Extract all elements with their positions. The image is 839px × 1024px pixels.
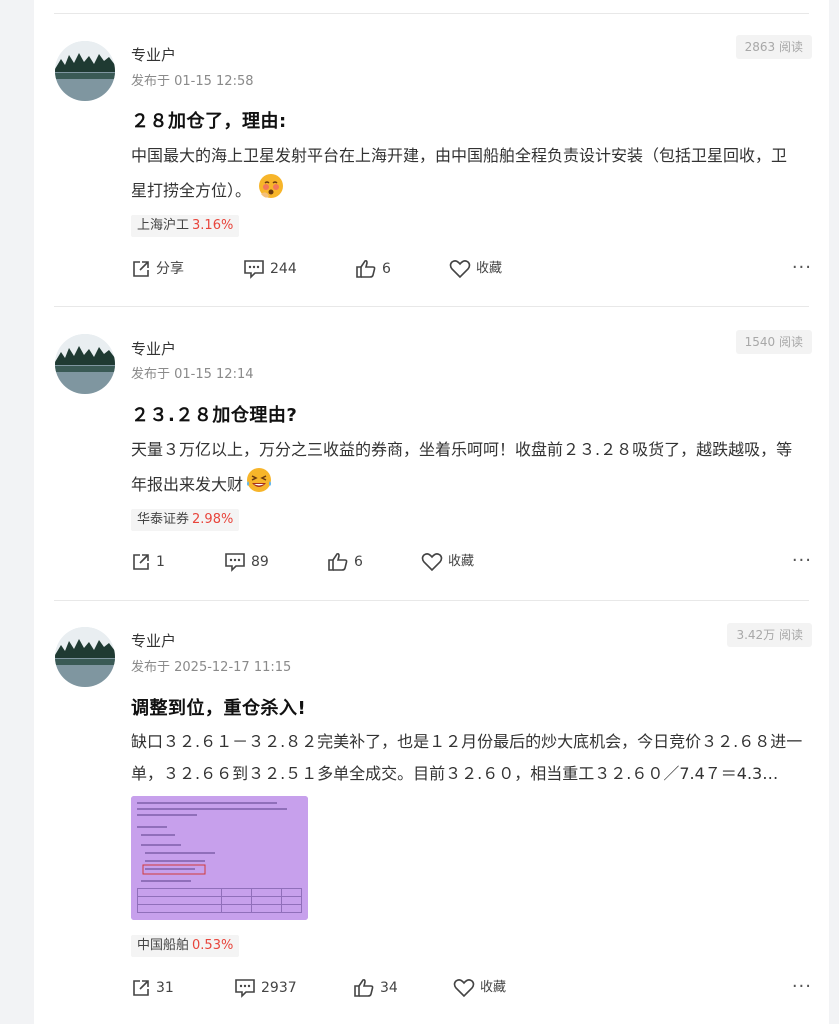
like-count: 6 [382,261,391,277]
more-options-icon[interactable]: ··· [792,257,812,279]
avatar[interactable] [55,334,115,394]
share-button[interactable]: 分享 [131,257,184,281]
thumbs-up-icon [327,552,349,572]
stock-tag[interactable]: 上海沪工 3.16% [131,215,240,237]
read-count-badge: 3.42万 阅读 [727,623,812,647]
laughing-face-icon [245,466,273,505]
body-line: 缺口３２.６１－３２.８２完美补了，也是１２月份最后的炒大底机会，今日竞价３２.… [131,732,803,751]
body-line-text: 星打捞全方位）。 [131,181,252,200]
feed-page: 专业户 发布于 01-15 12:58 2863 阅读 ２８加仓了，理由: 中国… [34,0,829,1024]
thumbs-up-icon [353,978,375,998]
stock-tag[interactable]: 华泰证券 2.98% [131,509,240,531]
like-button[interactable]: 6 [355,257,391,281]
share-icon [131,259,151,279]
post-time: 发布于 01-15 12:14 [131,367,254,382]
comment-button[interactable]: 89 [224,550,269,574]
comment-count: 2937 [261,980,297,996]
post-title[interactable]: ２８加仓了，理由: [131,107,287,133]
body-line: 星打捞全方位）。 [131,172,814,211]
comment-count: 89 [251,554,269,570]
favorite-button[interactable]: 收藏 [421,550,474,574]
author-name[interactable]: 专业户 [131,44,176,65]
body-line-text: 年报出来发大财 [131,475,244,494]
stock-name: 华泰证券 [137,512,190,527]
favorite-button[interactable]: 收藏 [449,257,502,281]
like-count: 34 [380,980,398,996]
body-line: 中国最大的海上卫星发射平台在上海开建，由中国船舶全程负责设计安装（包括卫星回收，… [131,146,788,165]
post-body[interactable]: 缺口３２.６１－３２.８２完美补了，也是１２月份最后的炒大底机会，今日竞价３２.… [131,726,814,790]
post-body[interactable]: 中国最大的海上卫星发射平台在上海开建，由中国船舶全程负责设计安装（包括卫星回收，… [131,140,814,211]
share-icon [131,978,151,998]
action-bar: 1 89 6 收藏 ··· [131,550,812,574]
more-options-icon[interactable]: ··· [792,550,812,572]
body-line: 年报出来发大财 [131,466,814,505]
share-icon [131,552,151,572]
share-count: 31 [156,980,174,996]
share-button[interactable]: 31 [131,976,174,1000]
body-line: 单，３２.６６到３２.５１多单全成交。目前３２.６０，相当重工３２.６０／7.4… [131,764,779,783]
stock-change: 3.16% [192,218,234,233]
heart-icon [421,552,443,572]
comment-icon [243,259,265,279]
post-body[interactable]: 天量３万亿以上，万分之三收益的券商，坐着乐呵呵！收盘前２３.２８吸货了，越跌越吸… [131,434,814,505]
favorite-label: 收藏 [448,554,475,569]
action-bar: 分享 244 6 收藏 ··· [131,257,812,281]
body-line: 天量３万亿以上，万分之三收益的券商，坐着乐呵呵！收盘前２３.２８吸货了，越跌越吸… [131,440,793,459]
action-bar: 31 2937 34 收藏 ··· [131,976,812,1000]
comment-count: 244 [270,261,297,277]
comment-icon [224,552,246,572]
author-name[interactable]: 专业户 [131,630,176,651]
stock-change: 2.98% [192,512,234,527]
post-image[interactable] [131,796,308,920]
author-name[interactable]: 专业户 [131,338,176,359]
post-title[interactable]: 调整到位，重仓杀入! [131,694,306,720]
favorite-label: 收藏 [476,261,503,276]
thumbs-up-icon [355,259,377,279]
share-button[interactable]: 1 [131,550,165,574]
favorite-button[interactable]: 收藏 [453,976,506,1000]
post-time: 发布于 01-15 12:58 [131,74,254,89]
blush-face-icon [257,172,285,211]
like-button[interactable]: 6 [327,550,363,574]
like-count: 6 [354,554,363,570]
avatar[interactable] [55,41,115,101]
comment-button[interactable]: 244 [243,257,297,281]
share-label: 分享 [156,261,184,277]
stock-name: 中国船舶 [137,938,190,953]
divider [54,600,809,601]
comment-icon [234,978,256,998]
read-count-badge: 2863 阅读 [735,35,812,59]
divider [54,13,809,14]
more-options-icon[interactable]: ··· [792,976,812,998]
stock-change: 0.53% [192,938,234,953]
stock-name: 上海沪工 [137,218,190,233]
heart-icon [453,978,475,998]
share-count: 1 [156,554,165,570]
divider [54,306,809,307]
read-count-badge: 1540 阅读 [735,330,812,354]
avatar[interactable] [55,627,115,687]
post-time: 发布于 2025-12-17 11:15 [131,660,292,675]
heart-icon [449,259,471,279]
favorite-label: 收藏 [480,980,507,995]
like-button[interactable]: 34 [353,976,398,1000]
post-title[interactable]: ２３.２８加仓理由? [131,401,297,427]
comment-button[interactable]: 2937 [234,976,297,1000]
stock-tag[interactable]: 中国船舶 0.53% [131,935,240,957]
